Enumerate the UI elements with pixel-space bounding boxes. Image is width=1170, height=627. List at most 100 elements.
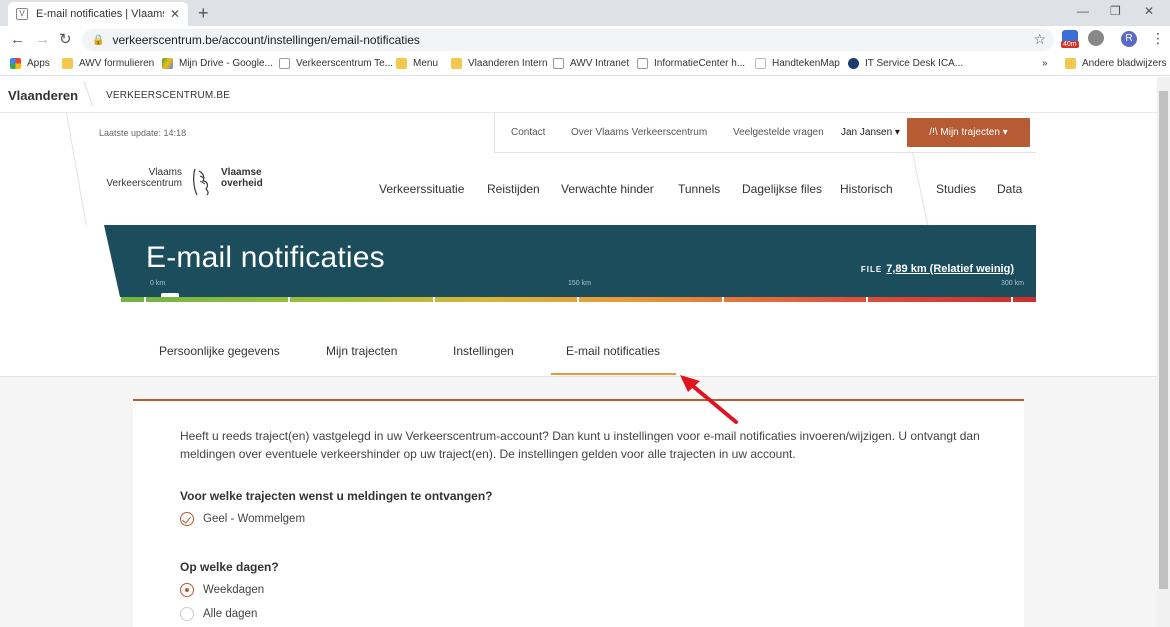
intro-text: Heeft u reeds traject(en) vastgelegd in … xyxy=(180,429,980,461)
back-icon[interactable]: ← xyxy=(10,31,25,49)
bookmark-item[interactable]: IT Service Desk ICA... xyxy=(848,58,963,69)
nav-historisch[interactable]: Historisch xyxy=(840,182,893,196)
bookmark-item[interactable]: Menu xyxy=(396,58,438,69)
page-icon xyxy=(553,58,564,69)
browser-menu-icon[interactable]: ⋮ xyxy=(1151,30,1165,47)
nav-data[interactable]: Data xyxy=(997,182,1022,196)
user-menu[interactable]: Jan Jansen ▾ xyxy=(841,127,900,138)
browser-tab-title: E-mail notificaties | Vlaams Verke xyxy=(36,8,164,20)
other-bookmarks[interactable]: Andere bladwijzers xyxy=(1065,58,1167,69)
radio-weekdagen-label: Weekdagen xyxy=(203,584,265,596)
scale-tick xyxy=(144,297,146,302)
extension-cloud-icon[interactable] xyxy=(1088,30,1104,46)
vlaanderen-link[interactable]: Vlaanderen xyxy=(8,88,78,103)
last-update: Laatste update: 14:18 xyxy=(99,128,187,138)
bookmark-item[interactable]: AWV formulieren xyxy=(62,58,154,69)
minimize-icon[interactable]: — xyxy=(1077,4,1089,18)
close-window-icon[interactable]: ✕ xyxy=(1144,4,1154,18)
bookmark-item[interactable]: HandtekenMap xyxy=(755,58,840,69)
file-value-link[interactable]: 7,89 km (Relatief weinig) xyxy=(886,263,1014,275)
scale-tick xyxy=(722,297,724,302)
bookmark-label: Apps xyxy=(27,58,50,69)
radio-alle-dagen-label: Alle dagen xyxy=(203,608,258,620)
bookmark-item[interactable]: AWV Intranet xyxy=(553,58,629,69)
extension-badge: 40m xyxy=(1061,41,1079,48)
topnav-contact[interactable]: Contact xyxy=(511,127,545,138)
address-bar[interactable]: 🔒 verkeerscentrum.be/account/instellinge… xyxy=(82,29,1054,51)
km-label-mid: 150 km xyxy=(568,280,591,287)
radio-weekdagen[interactable]: Weekdagen xyxy=(180,583,264,597)
bookmark-label: InformatieCenter h... xyxy=(654,58,746,69)
tab-persoonlijke-gegevens[interactable]: Persoonlijke gegevens xyxy=(159,344,280,358)
bookmarks-overflow[interactable]: » xyxy=(1042,58,1048,69)
nav-reistijden[interactable]: Reistijden xyxy=(487,182,540,196)
topnav-faq[interactable]: Veelgestelde vragen xyxy=(733,127,824,138)
site-name[interactable]: VERKEERSCENTRUM.BE xyxy=(106,90,230,101)
tab-instellingen[interactable]: Instellingen xyxy=(453,344,514,358)
header-edge xyxy=(66,113,87,225)
bookmark-item[interactable]: InformatieCenter h... xyxy=(637,58,745,69)
annotation-arrow-icon xyxy=(680,375,738,424)
page-banner: E-mail notificaties FILE 7,89 km (Relatie… xyxy=(104,225,1036,297)
nav-verkeerssituatie[interactable]: Verkeerssituatie xyxy=(379,182,464,196)
new-tab-icon[interactable]: + xyxy=(198,3,209,23)
reload-icon[interactable]: ↻ xyxy=(59,31,72,49)
bookmark-item[interactable]: Mijn Drive - Google... xyxy=(162,58,273,69)
traffic-summary: FILE 7,89 km (Relatief weinig) xyxy=(861,263,1014,275)
notification-settings-card: Heeft u reeds traject(en) vastgelegd in … xyxy=(133,399,1024,627)
bookmark-label: Andere bladwijzers xyxy=(1082,58,1167,69)
browser-toolbar: ← → ↻ 🔒 verkeerscentrum.be/account/inste… xyxy=(0,26,1170,54)
km-label-end: 300 km xyxy=(1001,280,1024,287)
bookmark-label: HandtekenMap xyxy=(772,58,840,69)
logo-text-right-label: Vlaamse overheid xyxy=(221,167,263,189)
topnav-about[interactable]: Over Vlaams Verkeerscentrum xyxy=(571,127,707,138)
divider xyxy=(83,81,94,107)
tab-mijn-trajecten[interactable]: Mijn trajecten xyxy=(326,344,397,358)
maximize-icon[interactable]: ❐ xyxy=(1110,4,1121,18)
scale-tick xyxy=(866,297,868,302)
route-option[interactable]: Geel - Wommelgem xyxy=(180,512,305,526)
folder-icon xyxy=(1065,58,1076,69)
logo-text-right: Vlaamse overheid xyxy=(221,167,263,189)
flemish-lion-icon xyxy=(193,168,209,196)
bookmark-item[interactable]: Vlaanderen Intern xyxy=(451,58,548,69)
bookmark-star-icon[interactable]: ☆ xyxy=(1033,31,1046,48)
nav-dagelijkse-files[interactable]: Dagelijkse files xyxy=(742,182,822,196)
scale-tick xyxy=(1011,297,1013,302)
profile-avatar[interactable]: R xyxy=(1121,31,1137,47)
service-desk-icon xyxy=(848,58,859,69)
url-text: verkeerscentrum.be/account/instellingen/… xyxy=(112,33,420,47)
bookmark-apps[interactable]: Apps xyxy=(10,58,50,69)
my-routes-button[interactable]: /!\ Mijn trajecten ▾ xyxy=(907,118,1030,147)
tab-email-notificaties[interactable]: E-mail notificaties xyxy=(566,344,660,358)
folder-icon xyxy=(62,58,73,69)
drive-icon xyxy=(162,58,173,69)
bookmark-label: AWV Intranet xyxy=(570,58,630,69)
km-label-start: 0 km xyxy=(150,280,166,287)
bookmark-item[interactable]: Verkeerscentrum Te... xyxy=(279,58,393,69)
page-scrollbar[interactable] xyxy=(1157,77,1170,627)
lion-icon xyxy=(396,58,407,69)
apps-grid-icon xyxy=(10,58,21,69)
page-icon xyxy=(637,58,648,69)
bookmark-label: Menu xyxy=(413,58,439,69)
radio-unselected-icon xyxy=(180,607,194,621)
close-tab-icon[interactable]: ✕ xyxy=(170,7,180,21)
browser-tab[interactable]: V E-mail notificaties | Vlaams Verke ✕ xyxy=(8,2,188,26)
nav-tunnels[interactable]: Tunnels xyxy=(678,182,720,196)
page-title: E-mail notificaties xyxy=(146,241,385,274)
nav-studies[interactable]: Studies xyxy=(936,182,976,196)
lock-icon: 🔒 xyxy=(92,34,105,46)
bookmark-label: Verkeerscentrum Te... xyxy=(296,58,394,69)
file-label: FILE xyxy=(860,265,883,274)
route-option-label: Geel - Wommelgem xyxy=(203,513,306,525)
vlaanderen-bar: Vlaanderen VERKEERSCENTRUM.BE xyxy=(0,77,1157,113)
nav-divider xyxy=(912,153,929,225)
page-icon xyxy=(279,58,290,69)
checked-icon xyxy=(180,512,194,526)
forward-icon[interactable]: → xyxy=(35,31,50,49)
scrollbar-thumb[interactable] xyxy=(1159,91,1168,589)
logo-text-left: Vlaams Verkeerscentrum xyxy=(99,167,182,189)
radio-alle-dagen[interactable]: Alle dagen xyxy=(180,607,257,621)
nav-verwachte-hinder[interactable]: Verwachte hinder xyxy=(561,182,654,196)
